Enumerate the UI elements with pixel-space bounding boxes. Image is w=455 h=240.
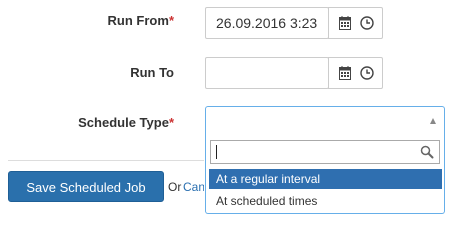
schedule-type-dropdown: At a regular interval At scheduled times xyxy=(205,137,445,214)
caret-up-icon xyxy=(430,118,436,124)
text-cursor xyxy=(216,145,217,159)
required-marker: * xyxy=(168,13,174,28)
clock-icon[interactable] xyxy=(360,16,374,33)
cancel-link[interactable]: Cancel xyxy=(183,180,204,194)
dropdown-option[interactable]: At a regular interval xyxy=(209,169,442,189)
required-marker: * xyxy=(168,115,174,130)
schedule-job-form: Run From* 26.09.2016 3:23 Run To Schedul… xyxy=(0,0,455,224)
dropdown-search-input[interactable] xyxy=(210,140,440,164)
calendar-icon[interactable] xyxy=(339,66,351,83)
run-from-label: Run From* xyxy=(107,13,174,28)
run-from-picker-buttons xyxy=(328,7,383,39)
calendar-icon[interactable] xyxy=(339,16,351,33)
run-from-input[interactable]: 26.09.2016 3:23 xyxy=(205,7,329,39)
schedule-type-select[interactable] xyxy=(205,106,445,138)
run-to-label: Run To xyxy=(130,65,174,80)
divider xyxy=(8,160,204,161)
dropdown-option[interactable]: At scheduled times xyxy=(209,191,442,211)
save-scheduled-job-button[interactable]: Save Scheduled Job xyxy=(8,171,164,202)
clock-icon[interactable] xyxy=(360,66,374,83)
run-to-input[interactable] xyxy=(205,57,329,89)
schedule-type-label: Schedule Type* xyxy=(78,115,174,130)
or-text: Or xyxy=(168,180,182,194)
search-icon xyxy=(420,145,434,162)
run-to-picker-buttons xyxy=(328,57,383,89)
